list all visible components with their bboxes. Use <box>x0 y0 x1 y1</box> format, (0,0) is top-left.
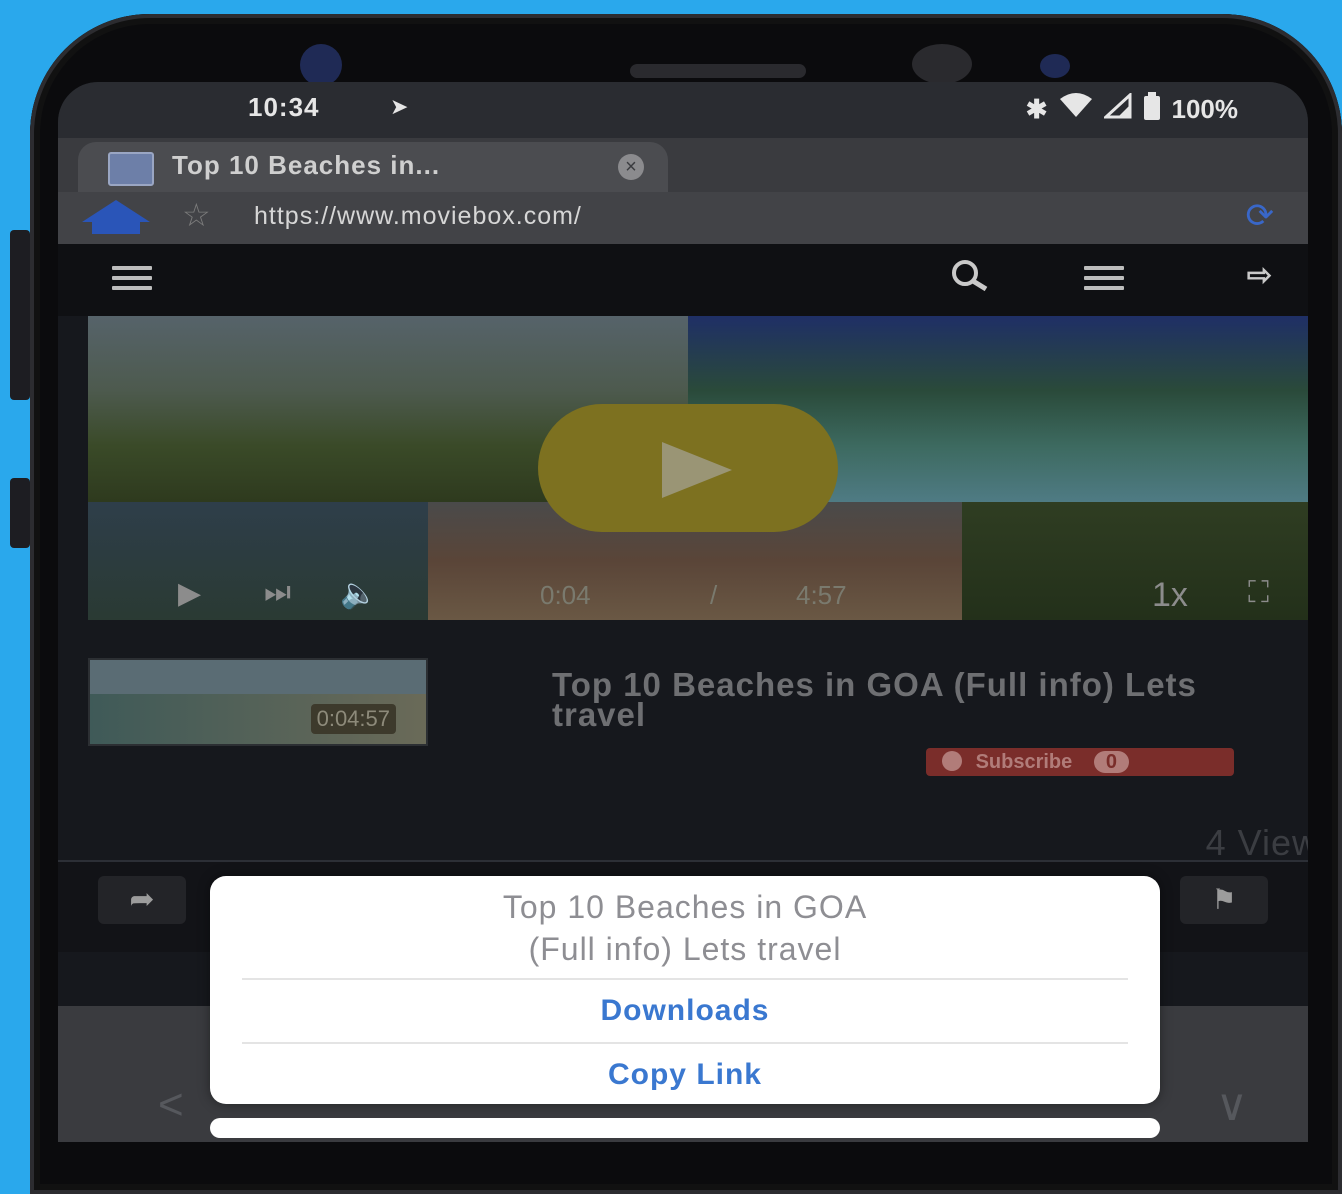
flag-icon[interactable]: ⚑ <box>1180 876 1268 924</box>
battery-icon <box>1142 92 1162 127</box>
subscribe-count: 0 <box>1093 751 1129 773</box>
site-header: ⇨ <box>58 244 1308 316</box>
action-sheet-divider <box>242 1042 1128 1044</box>
iris-sensor <box>912 44 972 84</box>
downloads-option[interactable]: Downloads <box>210 994 1160 1028</box>
bluetooth-icon: ✱ <box>1025 94 1048 124</box>
subscribe-label: Subscribe <box>975 751 1073 773</box>
share-icon[interactable]: ➦ <box>98 876 186 924</box>
star-icon[interactable]: ☆ <box>182 196 211 234</box>
earpiece <box>630 64 806 78</box>
play-icon <box>662 442 732 498</box>
menu-icon[interactable] <box>112 260 152 296</box>
close-tab-icon[interactable]: × <box>618 154 644 180</box>
tab-title: Top 10 Beaches in... <box>172 150 441 180</box>
address-bar: ☆ https://www.moviebox.com/ ⟳ <box>58 192 1308 244</box>
action-sheet-title: Top 10 Beaches in GOA (Full info) Lets t… <box>210 886 1160 970</box>
video-title: Top 10 Beaches in GOA (Full info) Lets t… <box>552 666 1197 733</box>
cancel-sheet-edge <box>210 1118 1160 1138</box>
page-favicon <box>108 152 154 186</box>
status-bar: 10:34 ➤ ✱ 100% <box>58 82 1308 138</box>
proximity-sensor <box>1040 54 1070 78</box>
action-sheet: Top 10 Beaches in GOA (Full info) Lets t… <box>210 876 1160 1104</box>
fullscreen-icon[interactable]: ⛶ <box>1248 576 1269 610</box>
front-camera <box>300 44 342 86</box>
search-icon[interactable] <box>948 256 992 300</box>
wifi-icon <box>1058 93 1094 126</box>
next-icon[interactable]: ⏭ <box>264 576 291 610</box>
speed-button[interactable]: 1x <box>1152 576 1188 615</box>
video-thumbnail[interactable]: 0:04:57 <box>88 658 428 746</box>
bixby-button <box>10 478 30 548</box>
reload-icon[interactable]: ⟳ <box>1246 196 1275 236</box>
view-count: 4 Views <box>1205 822 1308 863</box>
play-icon[interactable]: ▶ <box>178 576 201 611</box>
notification-icon: ➤ <box>390 94 409 119</box>
thumbnail-duration: 0:04:57 <box>310 704 396 734</box>
duration: 4:57 <box>796 580 847 610</box>
volume-button <box>10 230 30 400</box>
video-info: 0:04:57 Top 10 Beaches in GOA (Full info… <box>58 644 1308 863</box>
subscribe-button[interactable]: Subscribe 0 <box>926 748 1234 776</box>
action-sheet-title-line1: Top 10 Beaches in GOA <box>502 889 868 925</box>
chevron-down-icon[interactable]: ∨ <box>1216 1080 1248 1131</box>
url-field[interactable]: https://www.moviebox.com/ <box>254 202 582 231</box>
player-controls: ▶ ⏭ 🔈 0:04 / 4:57 1x ⛶ <box>88 570 1308 620</box>
subscribe-icon <box>942 751 962 771</box>
current-time: 0:04 <box>540 580 591 610</box>
cell-signal-icon <box>1101 91 1132 126</box>
action-sheet-divider <box>242 978 1128 980</box>
status-time: 10:34 <box>248 92 320 122</box>
browser-tab-strip: Top 10 Beaches in... × <box>58 138 1308 192</box>
action-sheet-title-line2: (Full info) Lets travel <box>528 931 842 967</box>
volume-icon[interactable]: 🔈 <box>340 576 377 611</box>
home-icon[interactable] <box>78 198 154 241</box>
browser-tab[interactable]: Top 10 Beaches in... × <box>78 142 668 192</box>
battery-percent: 100% <box>1171 94 1239 124</box>
login-icon[interactable]: ⇨ <box>1247 258 1272 293</box>
status-icons: ✱ 100% <box>1025 91 1239 127</box>
time-separator: / <box>710 580 718 610</box>
menu-icon[interactable] <box>1084 260 1124 296</box>
copy-link-option[interactable]: Copy Link <box>210 1058 1160 1092</box>
back-icon[interactable]: < <box>158 1080 184 1130</box>
play-button[interactable] <box>538 404 838 532</box>
